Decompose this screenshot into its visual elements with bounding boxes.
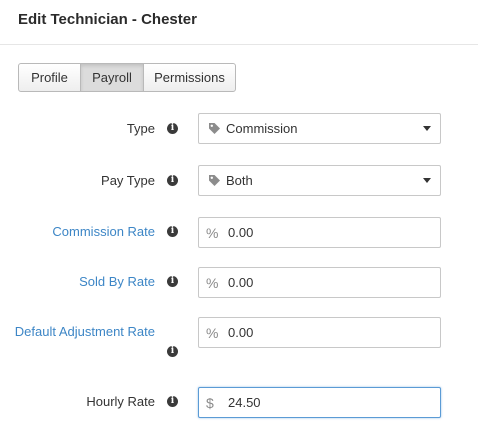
commission-rate-value: 0.00 xyxy=(228,225,254,240)
percent-prefix: % xyxy=(206,224,219,241)
header-divider xyxy=(0,44,478,45)
default-adjustment-rate-label: Default Adjustment Rate xyxy=(14,324,155,339)
tag-icon xyxy=(208,122,222,136)
dollar-prefix: $ xyxy=(206,394,214,411)
commission-rate-label: Commission Rate xyxy=(52,224,155,239)
type-select[interactable]: Commission xyxy=(198,113,441,144)
tab-bar: Profile Payroll Permissions xyxy=(18,63,236,92)
commission-rate-input[interactable]: % 0.00 xyxy=(198,217,441,248)
chevron-down-icon xyxy=(423,126,431,131)
info-icon[interactable]: i xyxy=(167,346,178,357)
tag-icon xyxy=(208,174,222,188)
info-icon[interactable]: i xyxy=(167,175,178,186)
percent-prefix: % xyxy=(206,274,219,291)
pay-type-label: Pay Type xyxy=(101,173,155,188)
info-icon[interactable]: i xyxy=(167,226,178,237)
type-select-value: Commission xyxy=(226,121,298,136)
default-adjustment-rate-value: 0.00 xyxy=(228,325,254,340)
chevron-down-icon xyxy=(423,178,431,183)
sold-by-rate-value: 0.00 xyxy=(228,275,254,290)
sold-by-rate-label: Sold By Rate xyxy=(79,274,155,289)
info-icon[interactable]: i xyxy=(167,396,178,407)
sold-by-rate-input[interactable]: % 0.00 xyxy=(198,267,441,298)
tab-permissions[interactable]: Permissions xyxy=(143,63,236,92)
hourly-rate-input[interactable]: $ 24.50 xyxy=(198,387,441,418)
percent-prefix: % xyxy=(206,324,219,341)
default-adjustment-rate-input[interactable]: % 0.00 xyxy=(198,317,441,348)
pay-type-select-value: Both xyxy=(226,173,253,188)
info-icon[interactable]: i xyxy=(167,276,178,287)
type-label: Type xyxy=(126,121,155,136)
hourly-rate-label: Hourly Rate xyxy=(86,394,155,409)
page-title: Edit Technician - Chester xyxy=(18,11,197,28)
hourly-rate-value: 24.50 xyxy=(228,395,261,410)
tab-profile[interactable]: Profile xyxy=(18,63,81,92)
pay-type-select[interactable]: Both xyxy=(198,165,441,196)
info-icon[interactable]: i xyxy=(167,123,178,134)
tab-payroll[interactable]: Payroll xyxy=(80,63,144,92)
